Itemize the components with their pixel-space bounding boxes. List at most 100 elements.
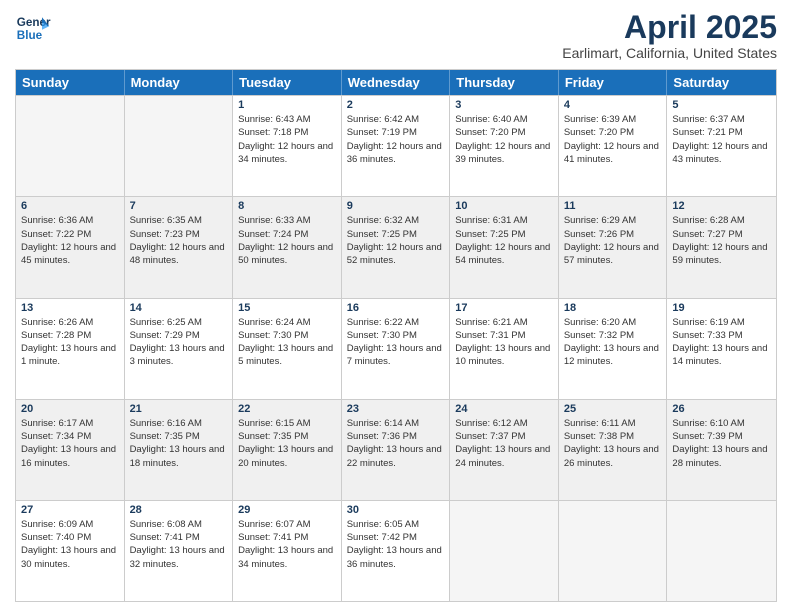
calendar-cell: 17 Sunrise: 6:21 AM Sunset: 7:31 PM Dayli… [450, 299, 559, 399]
svg-text:Blue: Blue [17, 29, 43, 42]
day-number: 16 [347, 302, 445, 314]
calendar-cell: 22 Sunrise: 6:15 AM Sunset: 7:35 PM Dayli… [233, 400, 342, 500]
calendar-cell: 12 Sunrise: 6:28 AM Sunset: 7:27 PM Dayli… [667, 197, 776, 297]
calendar-cell: 29Sunrise: 6:07 AM Sunset: 7:41 PM Dayli… [233, 501, 342, 601]
calendar-cell: 30 Sunrise: 6:05 AM Sunset: 7:42 PM Dayli… [342, 501, 451, 601]
subtitle: Earlimart, California, United States [562, 45, 777, 61]
calendar-row: 13Sunrise: 6:26 AM Sunset: 7:28 PM Dayli… [16, 298, 776, 399]
weekday-header: Thursday [450, 70, 559, 95]
day-number: 18 [564, 302, 662, 314]
day-number: 6 [21, 200, 119, 212]
calendar-cell: 18 Sunrise: 6:20 AM Sunset: 7:32 PM Dayli… [559, 299, 668, 399]
day-number: 1 [238, 99, 336, 111]
cell-info: Sunrise: 6:05 AM Sunset: 7:42 PM Dayligh… [347, 518, 445, 571]
day-number: 7 [130, 200, 228, 212]
weekday-header: Sunday [16, 70, 125, 95]
calendar-cell: 1Sunrise: 6:43 AM Sunset: 7:18 PM Daylig… [233, 96, 342, 196]
day-number: 24 [455, 403, 553, 415]
calendar-cell: 13Sunrise: 6:26 AM Sunset: 7:28 PM Dayli… [16, 299, 125, 399]
cell-info: Sunrise: 6:20 AM Sunset: 7:32 PM Dayligh… [564, 316, 662, 369]
logo-icon: General Blue [15, 10, 51, 46]
calendar-cell: 23Sunrise: 6:14 AM Sunset: 7:36 PM Dayli… [342, 400, 451, 500]
calendar-cell: 27Sunrise: 6:09 AM Sunset: 7:40 PM Dayli… [16, 501, 125, 601]
day-number: 28 [130, 504, 228, 516]
cell-info: Sunrise: 6:10 AM Sunset: 7:39 PM Dayligh… [672, 417, 771, 470]
weekday-header: Wednesday [342, 70, 451, 95]
calendar-cell: 20Sunrise: 6:17 AM Sunset: 7:34 PM Dayli… [16, 400, 125, 500]
day-number: 2 [347, 99, 445, 111]
cell-info: Sunrise: 6:42 AM Sunset: 7:19 PM Dayligh… [347, 113, 445, 166]
calendar-cell: 2 Sunrise: 6:42 AM Sunset: 7:19 PM Daylig… [342, 96, 451, 196]
cell-info: Sunrise: 6:22 AM Sunset: 7:30 PM Dayligh… [347, 316, 445, 369]
calendar-cell: 26 Sunrise: 6:10 AM Sunset: 7:39 PM Dayli… [667, 400, 776, 500]
cell-info: Sunrise: 6:29 AM Sunset: 7:26 PM Dayligh… [564, 214, 662, 267]
calendar: SundayMondayTuesdayWednesdayThursdayFrid… [15, 69, 777, 602]
calendar-cell: 25 Sunrise: 6:11 AM Sunset: 7:38 PM Dayli… [559, 400, 668, 500]
cell-info: Sunrise: 6:36 AM Sunset: 7:22 PM Dayligh… [21, 214, 119, 267]
calendar-cell: 9 Sunrise: 6:32 AM Sunset: 7:25 PM Daylig… [342, 197, 451, 297]
day-number: 9 [347, 200, 445, 212]
cell-info: Sunrise: 6:33 AM Sunset: 7:24 PM Dayligh… [238, 214, 336, 267]
calendar-cell: 15Sunrise: 6:24 AM Sunset: 7:30 PM Dayli… [233, 299, 342, 399]
calendar-row: 20Sunrise: 6:17 AM Sunset: 7:34 PM Dayli… [16, 399, 776, 500]
calendar-row: 6 Sunrise: 6:36 AM Sunset: 7:22 PM Daylig… [16, 196, 776, 297]
day-number: 22 [238, 403, 336, 415]
calendar-cell [16, 96, 125, 196]
day-number: 25 [564, 403, 662, 415]
calendar-cell [559, 501, 668, 601]
weekday-header: Monday [125, 70, 234, 95]
title-area: April 2025 Earlimart, California, United… [562, 10, 777, 61]
day-number: 14 [130, 302, 228, 314]
cell-info: Sunrise: 6:15 AM Sunset: 7:35 PM Dayligh… [238, 417, 336, 470]
calendar-cell: 28 Sunrise: 6:08 AM Sunset: 7:41 PM Dayli… [125, 501, 234, 601]
day-number: 27 [21, 504, 119, 516]
cell-info: Sunrise: 6:08 AM Sunset: 7:41 PM Dayligh… [130, 518, 228, 571]
day-number: 10 [455, 200, 553, 212]
day-number: 17 [455, 302, 553, 314]
main-title: April 2025 [562, 10, 777, 45]
day-number: 19 [672, 302, 771, 314]
calendar-row: 1Sunrise: 6:43 AM Sunset: 7:18 PM Daylig… [16, 95, 776, 196]
calendar-cell [450, 501, 559, 601]
day-number: 26 [672, 403, 771, 415]
calendar-cell: 4 Sunrise: 6:39 AM Sunset: 7:20 PM Daylig… [559, 96, 668, 196]
day-number: 11 [564, 200, 662, 212]
cell-info: Sunrise: 6:40 AM Sunset: 7:20 PM Dayligh… [455, 113, 553, 166]
page: General Blue April 2025 Earlimart, Calif… [0, 0, 792, 612]
cell-info: Sunrise: 6:37 AM Sunset: 7:21 PM Dayligh… [672, 113, 771, 166]
calendar-cell: 19 Sunrise: 6:19 AM Sunset: 7:33 PM Dayli… [667, 299, 776, 399]
day-number: 23 [347, 403, 445, 415]
cell-info: Sunrise: 6:19 AM Sunset: 7:33 PM Dayligh… [672, 316, 771, 369]
cell-info: Sunrise: 6:32 AM Sunset: 7:25 PM Dayligh… [347, 214, 445, 267]
cell-info: Sunrise: 6:12 AM Sunset: 7:37 PM Dayligh… [455, 417, 553, 470]
day-number: 12 [672, 200, 771, 212]
calendar-header: SundayMondayTuesdayWednesdayThursdayFrid… [16, 70, 776, 95]
calendar-cell: 16 Sunrise: 6:22 AM Sunset: 7:30 PM Dayli… [342, 299, 451, 399]
calendar-cell: 21 Sunrise: 6:16 AM Sunset: 7:35 PM Dayli… [125, 400, 234, 500]
cell-info: Sunrise: 6:39 AM Sunset: 7:20 PM Dayligh… [564, 113, 662, 166]
calendar-cell: 3Sunrise: 6:40 AM Sunset: 7:20 PM Daylig… [450, 96, 559, 196]
weekday-header: Saturday [667, 70, 776, 95]
calendar-cell: 5Sunrise: 6:37 AM Sunset: 7:21 PM Daylig… [667, 96, 776, 196]
calendar-cell: 8 Sunrise: 6:33 AM Sunset: 7:24 PM Daylig… [233, 197, 342, 297]
day-number: 13 [21, 302, 119, 314]
day-number: 4 [564, 99, 662, 111]
day-number: 20 [21, 403, 119, 415]
day-number: 8 [238, 200, 336, 212]
day-number: 30 [347, 504, 445, 516]
calendar-cell [125, 96, 234, 196]
calendar-cell: 6 Sunrise: 6:36 AM Sunset: 7:22 PM Daylig… [16, 197, 125, 297]
day-number: 21 [130, 403, 228, 415]
cell-info: Sunrise: 6:11 AM Sunset: 7:38 PM Dayligh… [564, 417, 662, 470]
calendar-cell: 24 Sunrise: 6:12 AM Sunset: 7:37 PM Dayli… [450, 400, 559, 500]
weekday-header: Tuesday [233, 70, 342, 95]
calendar-cell: 14Sunrise: 6:25 AM Sunset: 7:29 PM Dayli… [125, 299, 234, 399]
calendar-body: 1Sunrise: 6:43 AM Sunset: 7:18 PM Daylig… [16, 95, 776, 601]
cell-info: Sunrise: 6:16 AM Sunset: 7:35 PM Dayligh… [130, 417, 228, 470]
cell-info: Sunrise: 6:28 AM Sunset: 7:27 PM Dayligh… [672, 214, 771, 267]
day-number: 15 [238, 302, 336, 314]
cell-info: Sunrise: 6:21 AM Sunset: 7:31 PM Dayligh… [455, 316, 553, 369]
weekday-header: Friday [559, 70, 668, 95]
day-number: 29 [238, 504, 336, 516]
logo: General Blue [15, 10, 51, 46]
